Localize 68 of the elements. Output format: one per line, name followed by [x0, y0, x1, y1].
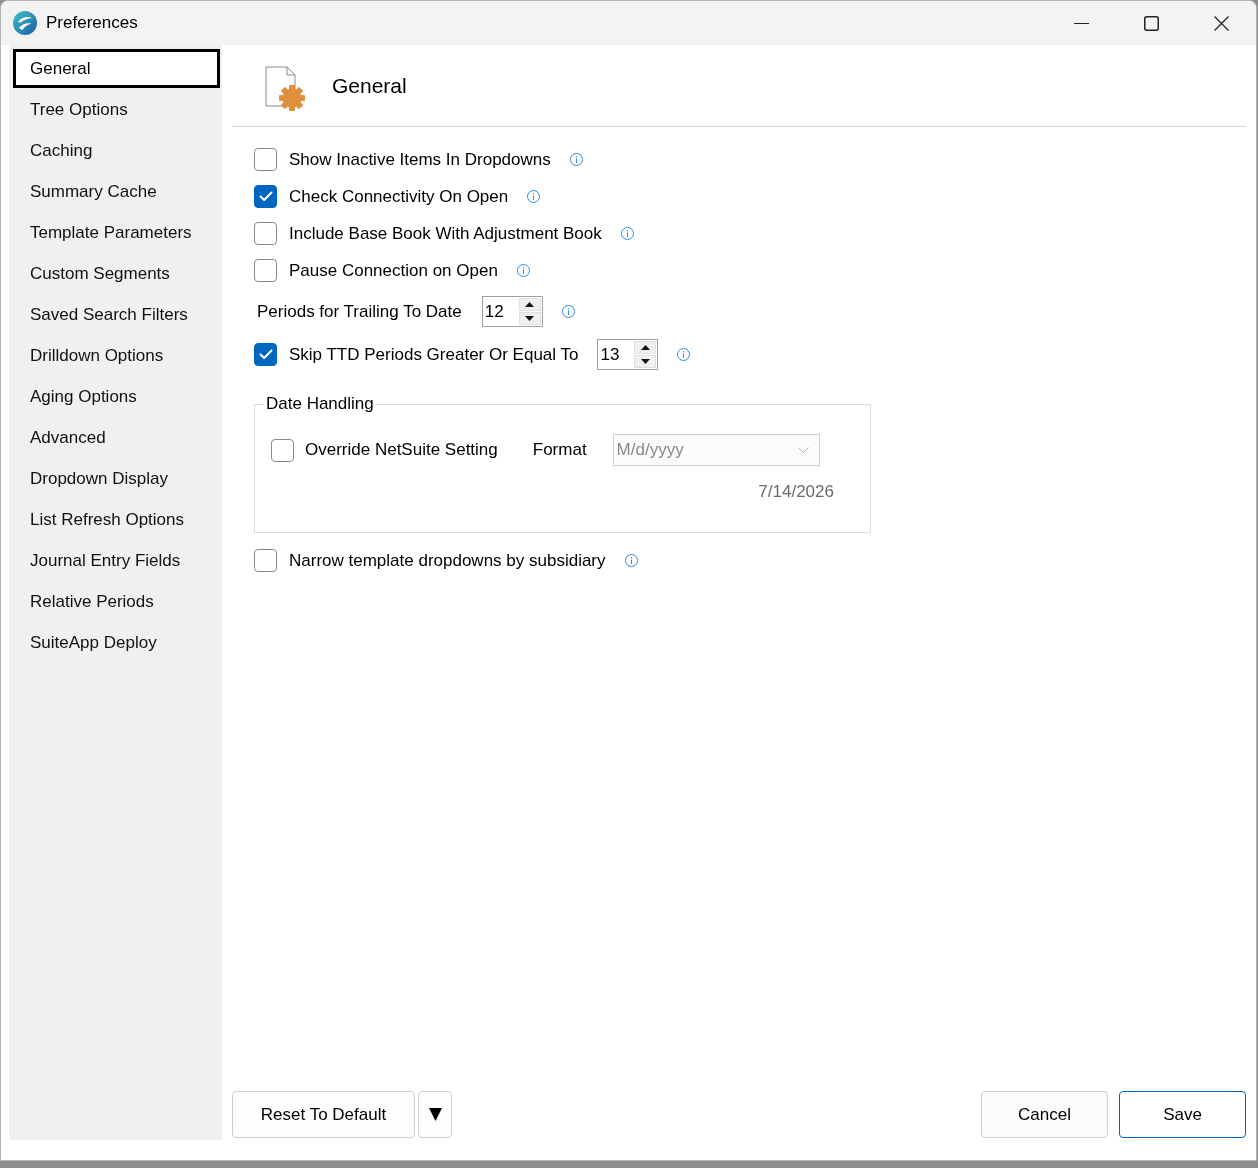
down-arrow-icon: [525, 316, 535, 321]
checkbox-label[interactable]: Pause Connection on Open: [289, 257, 498, 284]
sidebar-item[interactable]: Summary Cache: [13, 172, 220, 211]
sidebar-item[interactable]: Relative Periods: [13, 582, 220, 621]
sidebar-item[interactable]: Drilldown Options: [13, 336, 220, 375]
checkbox[interactable]: [254, 549, 277, 572]
sidebar-item[interactable]: Caching: [13, 131, 220, 170]
info-icon[interactable]: [677, 348, 691, 361]
sidebar-item[interactable]: Journal Entry Fields: [13, 541, 220, 580]
dropdown-button[interactable]: [418, 1091, 452, 1138]
up-arrow-icon: [640, 345, 650, 350]
dropdown-value: M/d/yyyy: [616, 439, 685, 462]
chevron-down-icon: [797, 447, 809, 453]
checkbox[interactable]: [271, 438, 294, 462]
window-title: Preferences: [46, 12, 138, 35]
sidebar-item[interactable]: Aging Options: [13, 377, 220, 416]
date-preview: 7/14/2026: [758, 481, 834, 503]
sidebar-item[interactable]: Saved Search Filters: [13, 295, 220, 334]
field-label: Periods for Trailing To Date: [257, 300, 462, 323]
spin-down-button[interactable]: [634, 355, 657, 368]
checkbox-label[interactable]: Include Base Book With Adjustment Book: [289, 220, 602, 247]
spin-up-button[interactable]: [518, 298, 541, 311]
sidebar-item[interactable]: Advanced: [13, 418, 220, 457]
number-spinner[interactable]: 13: [597, 339, 659, 370]
group-title: Date Handling: [265, 393, 375, 415]
sidebar-item[interactable]: Template Parameters: [13, 213, 220, 252]
close-icon: [1213, 15, 1229, 31]
info-icon[interactable]: [527, 190, 541, 203]
sidebar-item[interactable]: Dropdown Display: [13, 459, 220, 498]
maximize-icon: [1143, 15, 1159, 31]
down-arrow-icon: [640, 359, 650, 364]
document-gear-icon: [265, 65, 307, 112]
checkbox-label[interactable]: Skip TTD Periods Greater Or Equal To: [289, 341, 579, 368]
checkbox[interactable]: [254, 148, 277, 171]
checkbox[interactable]: [254, 259, 277, 282]
field-label: Format: [532, 439, 587, 462]
spin-down-button[interactable]: [518, 312, 541, 325]
checkbox-label[interactable]: Show Inactive Items In Dropdowns: [289, 146, 551, 173]
checkbox[interactable]: [254, 222, 277, 245]
sidebar-item[interactable]: Tree Options: [13, 90, 220, 129]
page-title: General: [332, 72, 407, 99]
checkbox-label[interactable]: Narrow template dropdowns by subsidiary: [289, 547, 606, 574]
checkbox[interactable]: [254, 343, 277, 366]
info-icon[interactable]: [561, 305, 575, 318]
reset-button[interactable]: Reset To Default: [232, 1091, 415, 1138]
number-spinner[interactable]: 12: [481, 296, 543, 327]
sidebar-item[interactable]: Custom Segments: [13, 254, 220, 293]
app-logo-icon: [13, 11, 37, 35]
sidebar-item[interactable]: List Refresh Options: [13, 500, 220, 539]
caret-down-icon: [428, 1108, 442, 1121]
info-icon[interactable]: [620, 227, 634, 240]
info-icon[interactable]: [516, 264, 530, 277]
checkbox-label[interactable]: Override NetSuite Setting: [305, 437, 498, 463]
dialog-button[interactable]: Cancel: [981, 1091, 1108, 1138]
dialog-button[interactable]: Save: [1119, 1091, 1246, 1138]
sidebar-item[interactable]: General: [13, 49, 220, 88]
spinner-value: 12: [483, 301, 505, 323]
checkbox[interactable]: [254, 185, 277, 208]
info-icon[interactable]: [569, 153, 583, 166]
spinner-value: 13: [599, 344, 621, 366]
checkmark-icon: [258, 349, 273, 360]
sidebar-item[interactable]: SuiteApp Deploy: [13, 623, 220, 662]
info-icon[interactable]: [624, 554, 638, 567]
minimize-icon: [1073, 22, 1089, 24]
checkmark-icon: [258, 191, 273, 202]
spin-up-button[interactable]: [634, 341, 657, 354]
checkbox-label[interactable]: Check Connectivity On Open: [289, 183, 509, 210]
up-arrow-icon: [525, 302, 535, 307]
